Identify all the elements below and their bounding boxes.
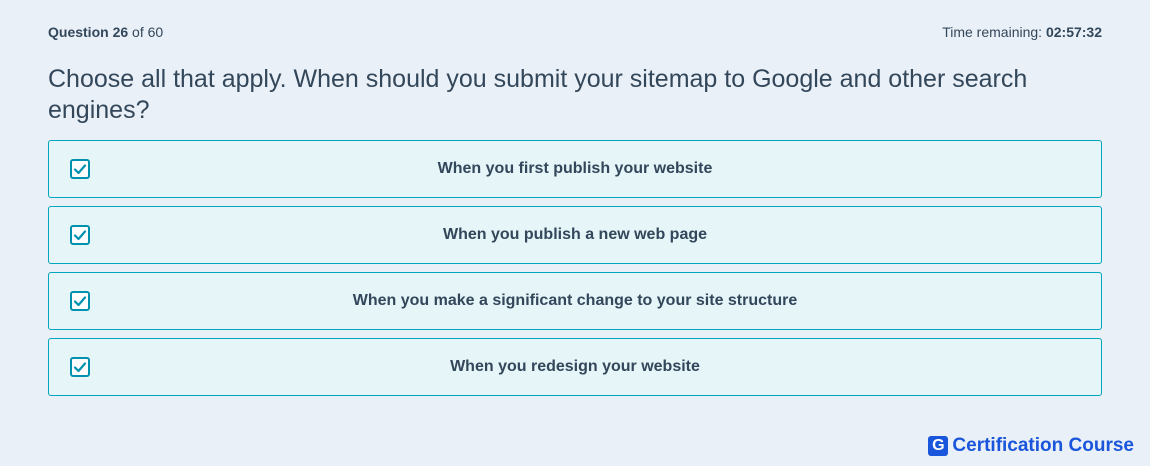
checkbox-checked-icon[interactable] [70, 291, 90, 311]
checkbox-checked-icon[interactable] [70, 159, 90, 179]
time-remaining-value: 02:57:32 [1045, 24, 1102, 40]
answer-option-label: When you make a significant change to yo… [352, 292, 798, 309]
answer-option-label: When you redesign your website [450, 358, 700, 375]
answer-option-1[interactable]: When you first publish your website [48, 140, 1102, 198]
answer-option-4[interactable]: When you redesign your website [48, 338, 1102, 396]
question-number: 26 [112, 24, 129, 40]
quiz-header: Question 26 of 60 Time remaining: 02:57:… [48, 24, 1102, 40]
question-total: of 60 [132, 24, 164, 40]
brand-logo: G Certification Course [928, 435, 1134, 457]
question-counter: Question 26 of 60 [48, 24, 163, 40]
brand-name: Certification Course [952, 435, 1134, 456]
answer-option-3[interactable]: When you make a significant change to yo… [48, 272, 1102, 330]
answer-option-2[interactable]: When you publish a new web page [48, 206, 1102, 264]
checkbox-checked-icon[interactable] [70, 357, 90, 377]
brand-mark-icon: G [928, 436, 949, 456]
checkbox-checked-icon[interactable] [70, 225, 90, 245]
question-counter-label: Question [48, 24, 109, 40]
answer-option-label: When you publish a new web page [442, 226, 708, 243]
answer-option-label: When you first publish your website [437, 160, 713, 177]
time-remaining: Time remaining: 02:57:32 [942, 24, 1102, 40]
answer-options: When you first publish your website When… [48, 140, 1102, 404]
question-text: Choose all that apply. When should you s… [48, 65, 1028, 124]
time-remaining-label: Time remaining: [942, 24, 1043, 40]
